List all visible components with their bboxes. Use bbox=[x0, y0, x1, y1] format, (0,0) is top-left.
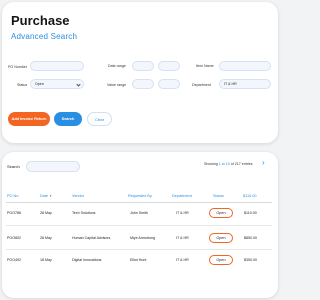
row-divider bbox=[6, 249, 272, 250]
showing-suffix: of 217 entries bbox=[229, 162, 253, 166]
cell-amount: $110.00 bbox=[244, 211, 257, 215]
pagination-info: Showing 1 to 10 of 217 entries bbox=[204, 162, 253, 166]
status-badge[interactable]: Open bbox=[209, 208, 233, 218]
cell-requested-by: John Smith bbox=[130, 211, 148, 215]
value-from-input[interactable] bbox=[132, 79, 154, 89]
col-header-amount[interactable]: $110.00 bbox=[243, 194, 256, 198]
status-badge[interactable]: Open bbox=[209, 233, 233, 243]
po-number-input[interactable] bbox=[30, 61, 84, 71]
status-label: Status bbox=[17, 83, 28, 87]
cell-department: IT & HR bbox=[176, 258, 189, 262]
cell-vendor: Human Capital Advisors bbox=[72, 236, 111, 240]
chevron-right-icon[interactable]: › bbox=[262, 159, 265, 167]
date-range-label: Date range bbox=[108, 64, 126, 68]
value-to-input[interactable] bbox=[158, 79, 180, 89]
item-name-input[interactable] bbox=[219, 61, 271, 71]
cell-department: IT & HR bbox=[176, 211, 189, 215]
page-subtitle: Advanced Search bbox=[11, 32, 78, 41]
col-header-date-label: Date bbox=[40, 194, 49, 198]
cell-date: 28 May bbox=[40, 211, 52, 215]
cell-vendor: Tech Solutions bbox=[72, 211, 96, 215]
cell-amount: $850.00 bbox=[244, 236, 257, 240]
department-label: Department bbox=[192, 83, 211, 87]
cell-date: 28 May bbox=[40, 236, 52, 240]
search-button[interactable]: Search bbox=[54, 112, 82, 126]
page-title: Purchase bbox=[11, 13, 70, 28]
col-header-requested-by[interactable]: Requested By bbox=[128, 194, 152, 198]
cell-requested-by: Miye Armstrong bbox=[130, 236, 155, 240]
row-divider bbox=[6, 225, 272, 226]
col-header-date[interactable]: Date ▼ bbox=[40, 194, 52, 198]
cell-requested-by: Elliot Hunt bbox=[130, 258, 147, 262]
showing-range: 1 to 10 bbox=[218, 162, 230, 166]
table-search-label: Search bbox=[7, 164, 20, 169]
clear-button[interactable]: Clear bbox=[87, 112, 112, 126]
sort-down-icon: ▼ bbox=[49, 194, 53, 198]
value-range-label: Value range bbox=[107, 83, 127, 87]
header-divider bbox=[6, 202, 272, 203]
status-badge[interactable]: Open bbox=[209, 255, 233, 265]
table-search-input[interactable] bbox=[26, 161, 80, 172]
col-header-status[interactable]: Status bbox=[213, 194, 224, 198]
item-name-label: Item Name bbox=[196, 64, 214, 68]
cell-amount: $350.00 bbox=[244, 258, 257, 262]
col-header-po[interactable]: PO No bbox=[7, 194, 18, 198]
po-number-label: PO Number bbox=[8, 65, 27, 69]
cell-po: POO786 bbox=[7, 211, 21, 215]
cell-po: POO492 bbox=[7, 258, 21, 262]
status-select[interactable]: Open bbox=[30, 79, 84, 89]
cell-po: POO802 bbox=[7, 236, 21, 240]
date-to-input[interactable] bbox=[158, 61, 180, 71]
date-from-input[interactable] bbox=[132, 61, 154, 71]
cell-vendor: Digital Innovations bbox=[72, 258, 102, 262]
department-input[interactable]: IT & HR bbox=[219, 79, 271, 89]
showing-prefix: Showing bbox=[204, 162, 219, 166]
col-header-department[interactable]: Department bbox=[172, 194, 192, 198]
cell-date: 18 May bbox=[40, 258, 52, 262]
col-header-vendor[interactable]: Vendor bbox=[72, 194, 84, 198]
add-invoice-return-button[interactable]: Add Invoice Return bbox=[8, 112, 50, 126]
cell-department: IT & HR bbox=[176, 236, 189, 240]
